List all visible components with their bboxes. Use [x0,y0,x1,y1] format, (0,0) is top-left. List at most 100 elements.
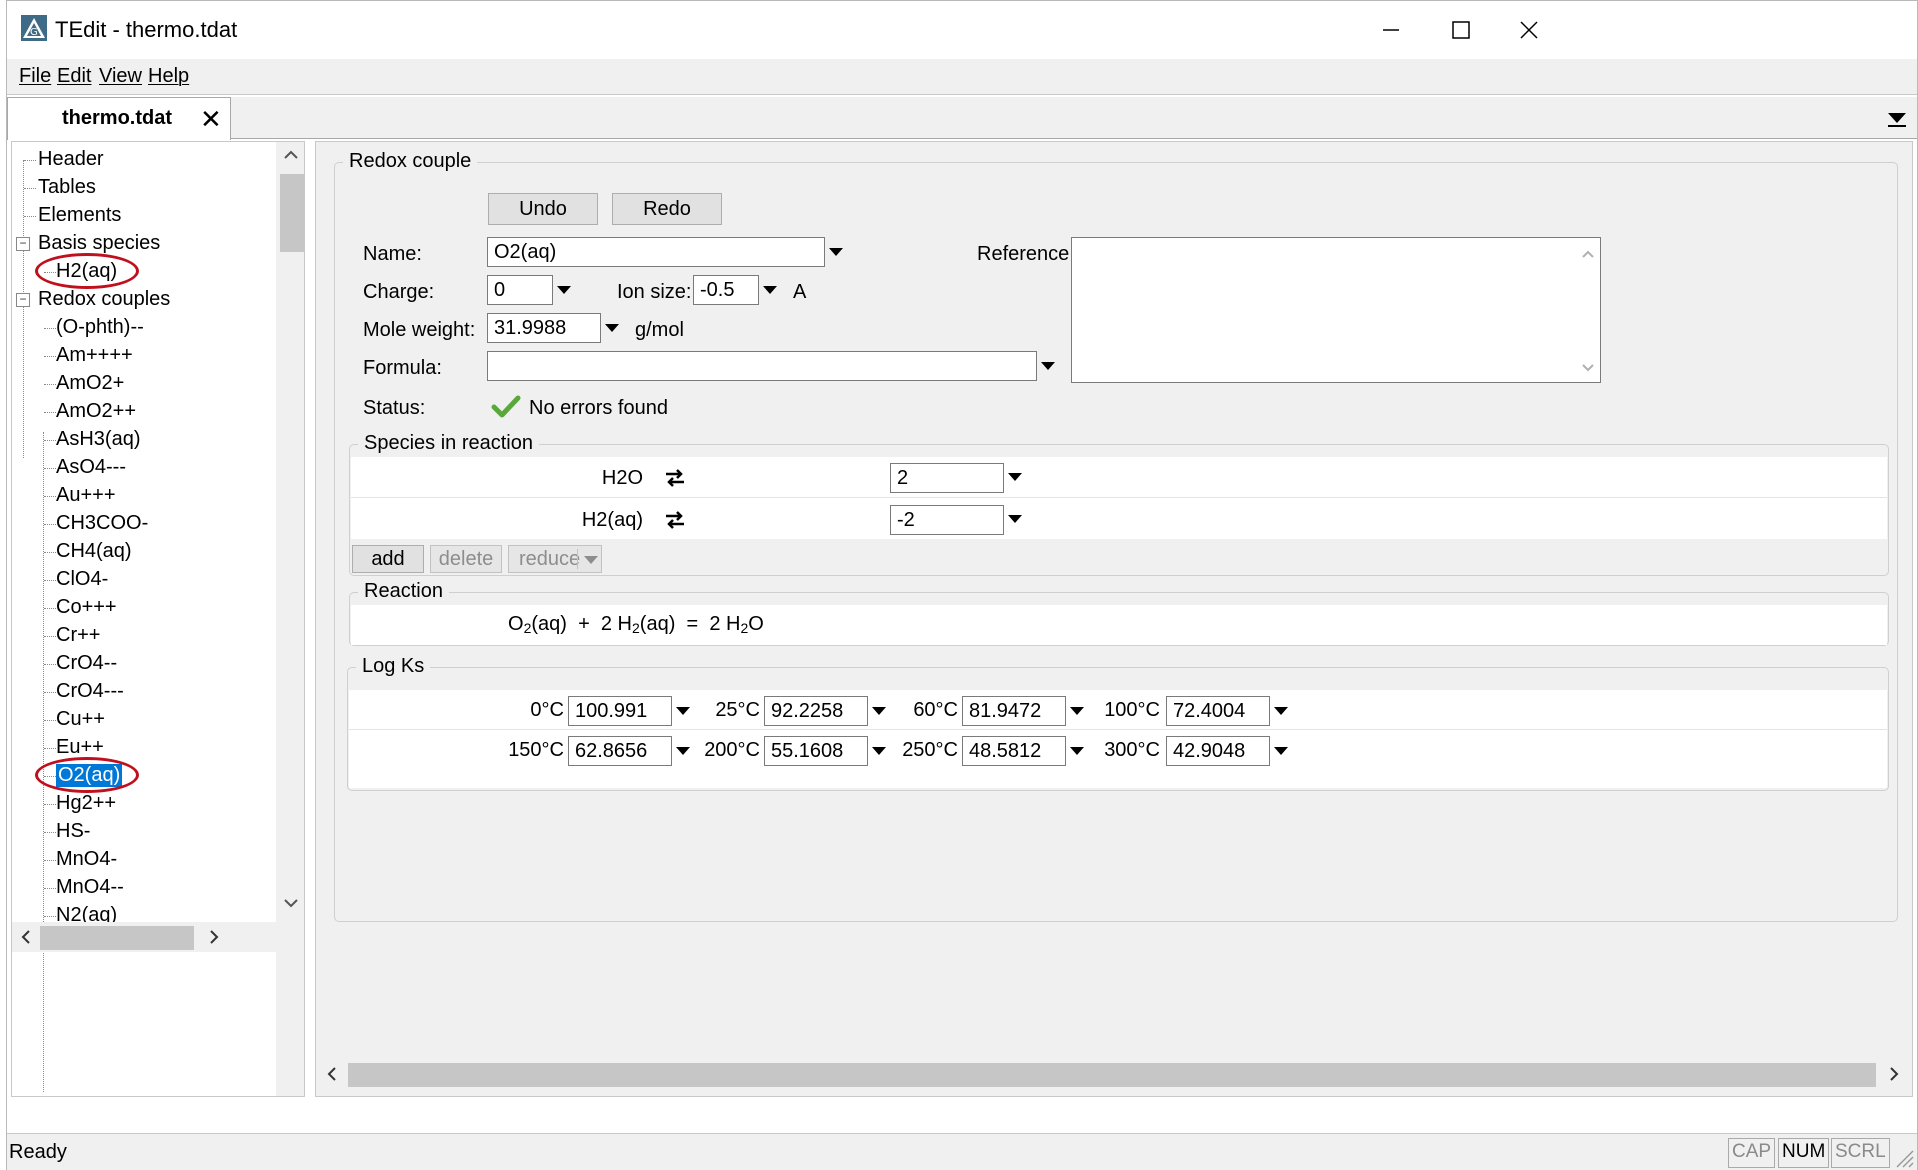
logk-value-input[interactable]: 100.991 [568,696,672,726]
logk-dropdown-icon[interactable] [676,747,690,755]
logk-dropdown-icon[interactable] [1070,747,1084,755]
minimize-button[interactable] [1361,9,1421,51]
tree-item-redox[interactable]: Co+++ [56,596,117,619]
tree-item-redox[interactable]: MnO4- [56,848,117,871]
scroll-down-icon[interactable] [276,894,305,914]
tab-thermo[interactable]: thermo.tdat ✕ [7,97,231,140]
app-window: G TEdit - thermo.tdat File Edit View Hel… [6,0,1918,1170]
tree-item-redox[interactable]: AmO2+ [56,372,124,395]
scroll-left-icon[interactable] [14,922,38,952]
maximize-icon [1452,21,1470,39]
reduce-button[interactable]: reduce [508,545,602,573]
scrollbar-thumb[interactable] [40,926,194,950]
swap-icon[interactable] [664,467,686,489]
name-input[interactable]: O2(aq) [487,237,825,267]
tree-view[interactable]: Header Tables Elements − Basis species H… [11,141,305,1097]
charge-dropdown-icon[interactable] [557,286,571,294]
scrl-indicator: SCRL [1831,1138,1890,1168]
name-dropdown-icon[interactable] [829,248,843,256]
menu-help[interactable]: Help [148,65,189,88]
collapse-basis-species-icon[interactable]: − [16,237,30,251]
mole-weight-dropdown-icon[interactable] [605,324,619,332]
logk-dropdown-icon[interactable] [1070,707,1084,715]
logk-dropdown-icon[interactable] [872,747,886,755]
tree-item-header[interactable]: Header [38,148,104,171]
tree-item-redox[interactable]: Au+++ [56,484,116,507]
ion-size-input[interactable]: -0.5 [693,275,759,305]
tree-item-redox[interactable]: Hg2++ [56,792,116,815]
tree-connector [44,496,56,497]
coefficient-input[interactable]: -2 [890,505,1004,535]
charge-input[interactable]: 0 [487,275,553,305]
scrollbar-thumb[interactable] [280,174,304,252]
tree-item-redox[interactable]: AmO2++ [56,400,136,423]
reference-textarea[interactable] [1071,237,1601,383]
swap-icon[interactable] [664,509,686,531]
formula-input[interactable] [487,351,1037,381]
coefficient-dropdown-icon[interactable] [1008,515,1022,523]
tree-item-redox[interactable]: ClO4- [56,568,108,591]
mole-weight-input[interactable]: 31.9988 [487,313,601,343]
status-value: No errors found [529,397,668,419]
scroll-down-icon[interactable] [1578,360,1598,376]
tree-item-redox[interactable]: Cr++ [56,624,100,647]
redo-button[interactable]: Redo [612,193,722,225]
resize-grip-icon[interactable] [1893,1147,1915,1169]
logk-value-input[interactable]: 55.1608 [764,736,868,766]
annotation-ellipse [35,253,139,289]
scroll-left-icon[interactable] [320,1059,344,1089]
logk-dropdown-icon[interactable] [872,707,886,715]
scrollbar-thumb[interactable] [348,1063,1876,1087]
tree-vertical-scrollbar[interactable] [276,142,305,1096]
logk-value-input[interactable]: 81.9472 [962,696,1066,726]
logk-dropdown-icon[interactable] [676,707,690,715]
scroll-right-icon[interactable] [1882,1059,1906,1089]
menu-file[interactable]: File [19,65,51,88]
coefficient-input[interactable]: 2 [890,463,1004,493]
close-button[interactable] [1499,9,1559,51]
undo-button[interactable]: Undo [488,193,598,225]
tree-item-redox[interactable]: CrO4-- [56,652,117,675]
tree-item-redox[interactable]: MnO4-- [56,876,124,899]
logk-value-input[interactable]: 62.8656 [568,736,672,766]
reduce-dropdown-icon[interactable] [583,554,599,566]
tree-item-redox-couples[interactable]: Redox couples [38,288,170,311]
logk-value-input[interactable]: 92.2258 [764,696,868,726]
tree-item-redox[interactable]: Am++++ [56,344,133,367]
logk-value-input[interactable]: 48.5812 [962,736,1066,766]
tree-item-tables[interactable]: Tables [38,176,96,199]
species-name: H2O [601,467,643,489]
tree-item-redox[interactable]: CH3COO- [56,512,148,535]
tree-item-redox[interactable]: Cu++ [56,708,105,731]
logk-value-input[interactable]: 42.9048 [1166,736,1270,766]
logk-dropdown-icon[interactable] [1274,707,1288,715]
tree-horizontal-scrollbar[interactable] [12,922,276,952]
panel-horizontal-scrollbar[interactable] [316,1059,1912,1089]
ion-size-dropdown-icon[interactable] [763,286,777,294]
delete-button[interactable]: delete [430,545,502,573]
row-divider [349,729,1887,730]
tab-close-icon[interactable]: ✕ [200,104,222,135]
tree-item-redox[interactable]: AsH3(aq) [56,428,140,451]
logk-dropdown-icon[interactable] [1274,747,1288,755]
tree-item-redox[interactable]: HS- [56,820,90,843]
coefficient-dropdown-icon[interactable] [1008,473,1022,481]
formula-dropdown-icon[interactable] [1041,362,1055,370]
tree-item-redox[interactable]: CrO4--- [56,680,124,703]
collapse-redox-couples-icon[interactable]: − [16,293,30,307]
logk-value-input[interactable]: 72.4004 [1166,696,1270,726]
tree-item-redox[interactable]: (O-phth)-- [56,316,144,339]
scroll-up-icon[interactable] [1578,246,1598,262]
scroll-right-icon[interactable] [202,922,226,952]
tree-item-basis-species[interactable]: Basis species [38,232,160,255]
maximize-button[interactable] [1431,9,1491,51]
menu-view[interactable]: View [99,65,142,88]
tab-list-dropdown-icon[interactable] [1885,107,1909,129]
tree-item-redox[interactable]: Eu++ [56,736,104,759]
menu-edit[interactable]: Edit [57,65,91,88]
tree-item-redox[interactable]: AsO4--- [56,456,126,479]
add-button[interactable]: add [352,545,424,573]
tree-item-redox[interactable]: CH4(aq) [56,540,132,563]
scroll-up-icon[interactable] [276,144,305,164]
tree-item-elements[interactable]: Elements [38,204,121,227]
